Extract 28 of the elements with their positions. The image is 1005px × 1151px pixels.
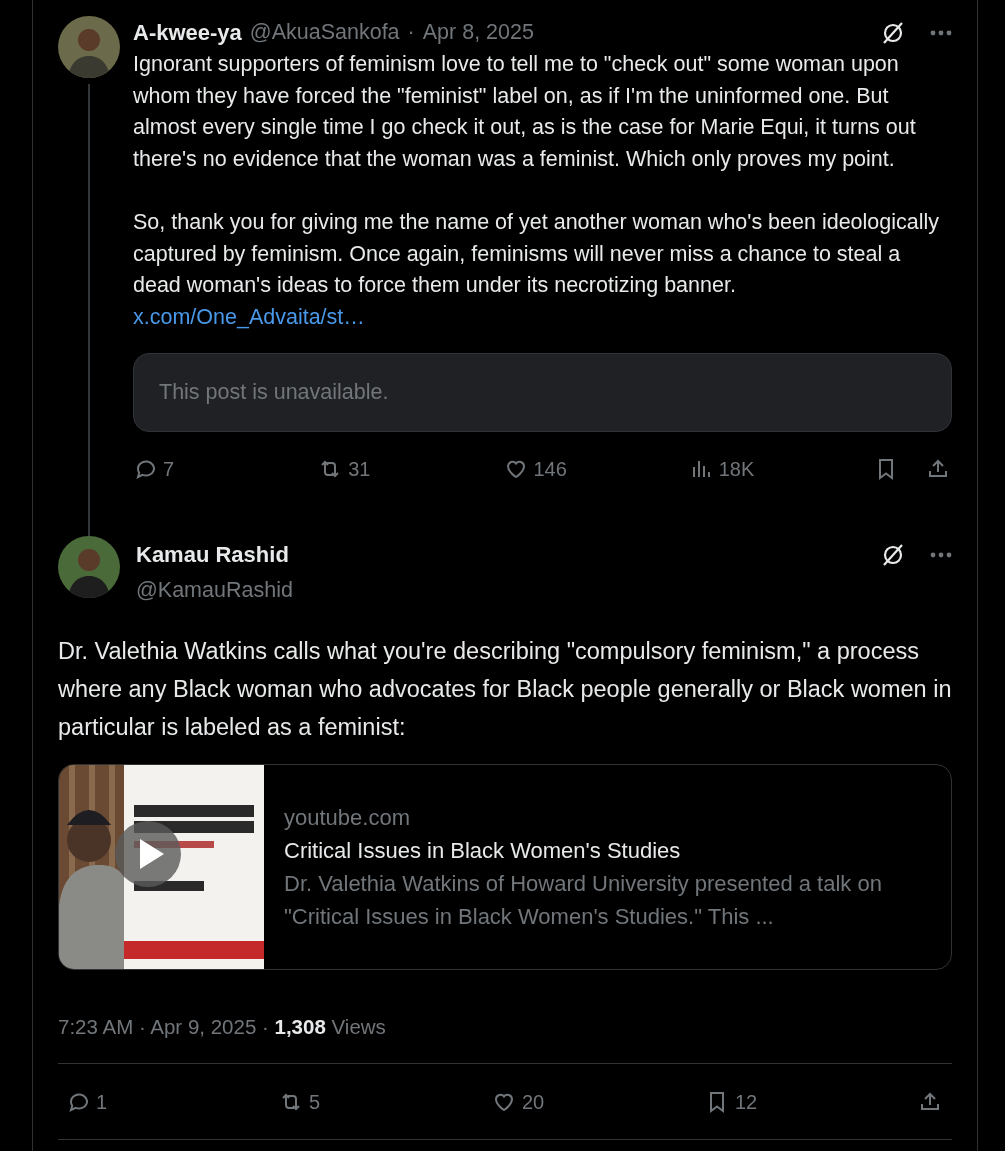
views-button[interactable]: 18K: [688, 453, 874, 484]
reply-button[interactable]: 1: [66, 1086, 279, 1117]
link-description: Dr. Valethia Watkins of Howard University presented a talk on "Critical Issues in Black Women's Studies." This ...: [284, 870, 883, 932]
author-name[interactable]: Kamau Rashid: [136, 538, 293, 571]
link[interactable]: x.com/One_Advaita/st…: [133, 304, 365, 329]
author-handle[interactable]: @AkuaSankofa: [249, 16, 400, 49]
post-text: So, thank you for giving me the name of yet another woman who's been ideologically captured by feminism. Once again, feminisms will never miss a chance to steal a dead woman's ideas to force them under its necrotizing banner. x.com/One_Advaita/st…: [133, 208, 941, 331]
repost-button[interactable]: 5: [279, 1086, 492, 1117]
separator-dot: ·: [407, 19, 415, 47]
reply-button[interactable]: 7: [133, 453, 319, 484]
like-button[interactable]: 146: [503, 453, 689, 484]
link-title: Critical Issues in Black Women's Studies: [284, 837, 682, 866]
slashed-circle-icon[interactable]: [880, 542, 906, 568]
author-handle[interactable]: @KamauRashid: [136, 574, 293, 607]
more-icon[interactable]: [930, 29, 952, 36]
quoted-post: This post is unavailable.: [133, 353, 952, 432]
play-icon[interactable]: [115, 821, 181, 888]
like-button[interactable]: 20: [492, 1086, 705, 1117]
repost-button[interactable]: 31: [318, 453, 504, 484]
more-icon[interactable]: [930, 552, 952, 558]
author-name[interactable]: A-kwee-ya: [133, 16, 242, 49]
post-text: Ignorant supporters of feminism love to tell me to "check out" some woman upon whom they have forced the "feminist" label on, as if I'm the uninformed one. But almost every single time I go check it out, as is the case for Marie Equi, it turns out there's no evidence that the woman was a feminist. Which only proves my point.: [133, 51, 917, 173]
post-text: Dr. Valethia Watkins calls what you're describing "compulsory feminism," a process where any Black woman who advocates for Black people generally or Black women in particular is labeled as a feminist:: [58, 637, 952, 743]
link-card[interactable]: youtube.com Critical Issues in Black Women's Studies Dr. Valethia Watkins of Howard University presented a talk on "Critical Issues in Black Women's Studies." This ...: [58, 764, 952, 971]
link-domain: youtube.com: [284, 804, 411, 833]
post-date[interactable]: Apr 8, 2025: [422, 16, 534, 49]
post-timestamp: 7:23 AM · Apr 9, 2025 · 1,308 Views: [58, 1014, 387, 1041]
bookmark-button[interactable]: 12: [705, 1086, 918, 1117]
